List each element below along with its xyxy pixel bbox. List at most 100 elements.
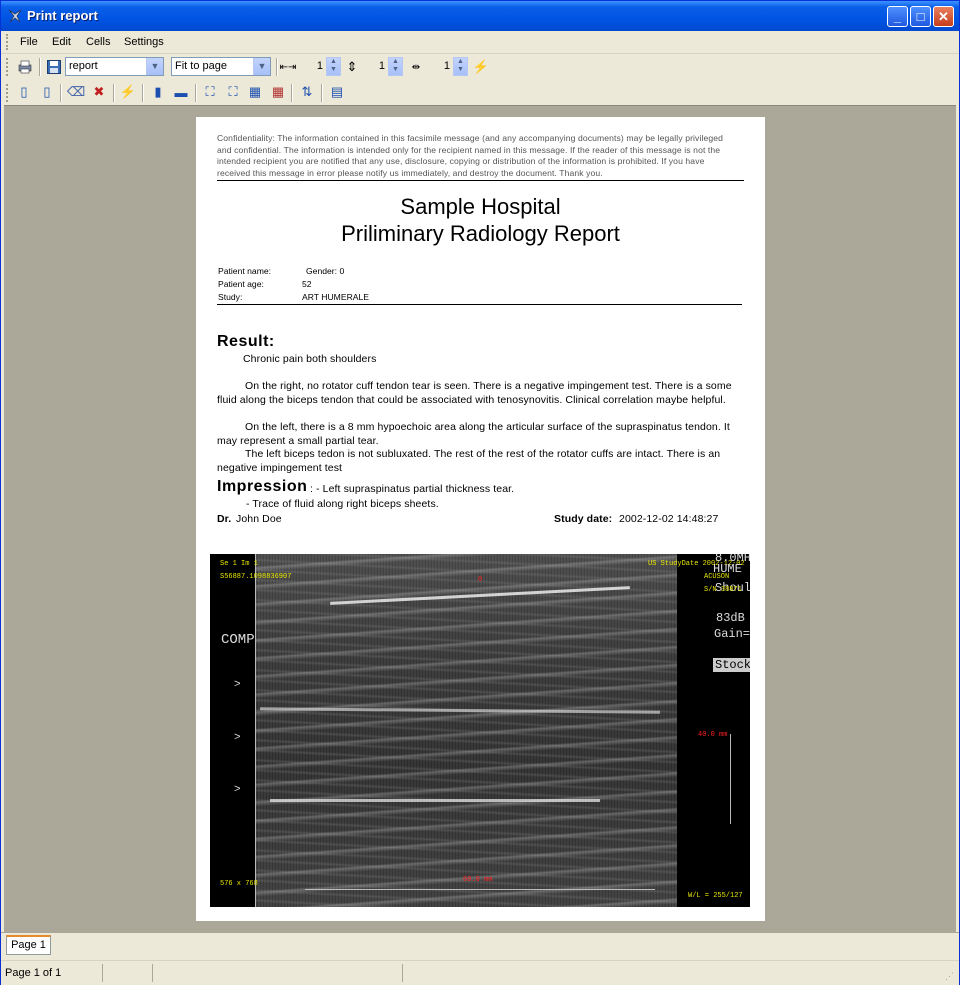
lightning-icon[interactable]: ⚡ — [473, 59, 489, 75]
spacing-icon[interactable]: ⇅ — [299, 84, 315, 100]
lightning-icon[interactable]: ⚡ — [120, 84, 136, 100]
add-page-icon[interactable]: ▯ — [16, 84, 32, 100]
toolbar-separator — [113, 84, 115, 102]
landscape-icon[interactable]: ▬ — [173, 84, 189, 100]
result-heading: Result: — [217, 333, 275, 350]
menu-settings[interactable]: Settings — [124, 36, 164, 48]
gain-label: Gain= — [714, 627, 750, 641]
pages-both-icon: ⇹ — [411, 61, 421, 73]
maximize-icon: □ — [916, 9, 925, 24]
title-bar[interactable]: Print report _ □ ✕ — [1, 1, 959, 31]
minimize-icon: _ — [893, 9, 902, 24]
report-page: Confidentiality: The information contain… — [196, 117, 765, 921]
delete-page-icon[interactable]: ✖ — [91, 84, 107, 100]
fit-all-icon[interactable]: ⛶ — [225, 84, 241, 100]
fit-select-value: Fit to page — [175, 60, 227, 72]
app-icon — [8, 9, 22, 23]
confidentiality-notice: Confidentiality: The information contain… — [217, 133, 723, 178]
layout-grid-red-icon[interactable]: ▦ — [270, 84, 286, 100]
patient-age-value: 52 — [302, 279, 312, 289]
fit-select[interactable]: Fit to page ▼ — [171, 57, 271, 76]
status-cell-empty — [153, 964, 403, 982]
device-name: ACUSON — [704, 573, 730, 581]
tab-page-1[interactable]: Page 1 — [6, 935, 51, 955]
pages-both-spinner[interactable]: 1 ▲ ▼ — [425, 57, 468, 76]
chevron-down-icon[interactable]: ▼ — [253, 58, 270, 75]
impression-line-1: : - Left supraspinatus partial thickness… — [310, 483, 515, 495]
depth-ruler — [730, 734, 731, 824]
pages-wide-spinner[interactable]: 1 ▲ ▼ — [297, 57, 341, 76]
doctor-name: John Doe — [236, 513, 282, 525]
close-icon: ✕ — [938, 9, 949, 24]
preview-area[interactable]: Confidentiality: The information contain… — [4, 105, 956, 932]
ultrasound-image: Se 1 Im 1 S56887.1098836907 COMP > > > 5… — [210, 554, 750, 907]
printer-icon[interactable] — [17, 59, 33, 75]
window-title: Print report — [27, 8, 98, 23]
result-line: Chronic pain both shoulders — [243, 353, 377, 365]
menu-bar: File Edit Cells Settings — [1, 31, 959, 54]
tissue-line — [270, 799, 600, 802]
resize-grip-icon[interactable]: ⋰ — [945, 971, 957, 983]
result-paragraph-2: On the left, there is a 8 mm hypoechoic … — [217, 421, 730, 447]
toolbar-separator — [39, 58, 41, 76]
toolbar-separator — [60, 84, 62, 102]
close-button[interactable]: ✕ — [933, 6, 954, 27]
chevron-down-icon[interactable]: ▼ — [146, 58, 163, 75]
print-report-window: Print report _ □ ✕ File Edit Cells Setti… — [0, 0, 960, 985]
toolbar-grip[interactable] — [6, 84, 11, 102]
hospital-name: Sample Hospital — [400, 194, 561, 219]
arrow-marker-icon: > — [234, 679, 241, 691]
minimize-button[interactable]: _ — [887, 6, 908, 27]
study-label: Study: — [218, 292, 243, 302]
arrow-marker-icon: > — [234, 732, 241, 744]
report-title: Priliminary Radiology Report — [341, 221, 620, 246]
pages-tall-icon: ⇕ — [346, 59, 358, 74]
width-ruler — [305, 889, 655, 890]
spinner-arrows[interactable]: ▲ ▼ — [326, 57, 341, 76]
status-bar: Page 1 of 1 ⋰ — [1, 960, 959, 985]
layout-grid-icon[interactable]: ▦ — [247, 84, 263, 100]
eraser-icon[interactable]: ⌫ — [67, 84, 85, 100]
pages-wide-icon: ⇤⇥ — [279, 61, 297, 73]
stock-label: Stock — [713, 658, 750, 672]
spinner-arrows[interactable]: ▲ ▼ — [453, 57, 468, 76]
patient-divider — [217, 304, 742, 305]
toolbar-separator — [276, 58, 278, 76]
copy-page-icon[interactable]: ▯ — [39, 84, 55, 100]
window-level: W/L = 255/127 — [688, 892, 743, 900]
menu-cells[interactable]: Cells — [86, 36, 110, 48]
study-date-value: 2002-12-02 14:48:27 — [619, 513, 719, 525]
matrix-size: 576 x 768 — [220, 880, 258, 888]
impression-heading: Impression — [217, 478, 308, 495]
save-icon[interactable] — [46, 59, 62, 75]
menu-grip[interactable] — [6, 34, 11, 50]
db-value: 83dB — [716, 611, 745, 625]
report-select[interactable]: report ▼ — [65, 57, 164, 76]
pages-tall-spinner[interactable]: 1 ▲ ▼ — [361, 57, 403, 76]
spinner-arrows[interactable]: ▲ ▼ — [388, 57, 403, 76]
toolbar-grip[interactable] — [6, 58, 11, 76]
pages-tall-value: 1 — [378, 60, 385, 72]
doctor-label: Dr. — [217, 513, 232, 525]
toolbar-primary: report ▼ Fit to page ▼ ⇤⇥ 1 ▲ ▼ ⇕ 1 ▲ ▼ ⇹ … — [1, 54, 959, 80]
marker-top: 0 — [478, 576, 483, 584]
pages-both-value: 1 — [443, 60, 450, 72]
toolbar-secondary: ▯ ▯ ⌫ ✖ ⚡ ▮ ▬ ⛶ ⛶ ▦ ▦ ⇅ ▤ — [1, 80, 959, 106]
study-uid: S56887.1098836907 — [220, 573, 292, 581]
depth-value: 40.0 mm — [698, 731, 728, 739]
arrow-marker-icon: > — [234, 784, 241, 796]
page-tabs: Page 1 — [1, 932, 959, 959]
maximize-button[interactable]: □ — [910, 6, 931, 27]
fit-width-icon[interactable]: ⛶ — [202, 84, 218, 100]
study-date-label: Study date: — [554, 513, 613, 525]
menu-edit[interactable]: Edit — [52, 36, 71, 48]
menu-file[interactable]: File — [20, 36, 38, 48]
portrait-icon[interactable]: ▮ — [150, 84, 166, 100]
properties-icon[interactable]: ▤ — [329, 84, 345, 100]
header-divider — [217, 180, 744, 181]
impression-line-2: - Trace of fluid along right biceps shee… — [246, 498, 439, 510]
status-page: Page 1 of 1 — [1, 964, 103, 982]
ultrasound-scan — [256, 554, 677, 907]
toolbar-separator — [321, 84, 323, 102]
result-paragraph-3: The left biceps tedon is not subluxated.… — [217, 448, 721, 473]
